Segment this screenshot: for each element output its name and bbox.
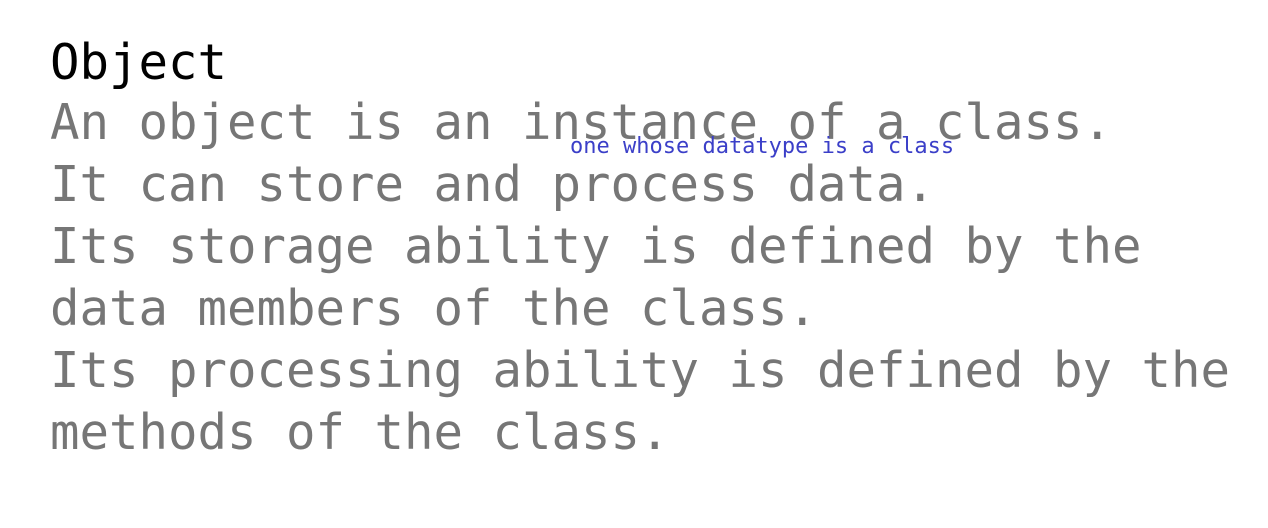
instance-annotation: one whose datatype is a class [570,134,955,159]
text-line-6: methods of the class. [50,404,670,461]
document-content: Object An object is an instance of a cla… [50,34,1250,464]
page-title: Object [50,34,228,91]
text-line-3: Its storage ability is defined by the [50,218,1142,275]
text-line-5: Its processing ability is defined by the [50,342,1231,399]
text-line-2: It can store and process data. [50,156,936,213]
text-line-4: data members of the class. [50,280,818,337]
